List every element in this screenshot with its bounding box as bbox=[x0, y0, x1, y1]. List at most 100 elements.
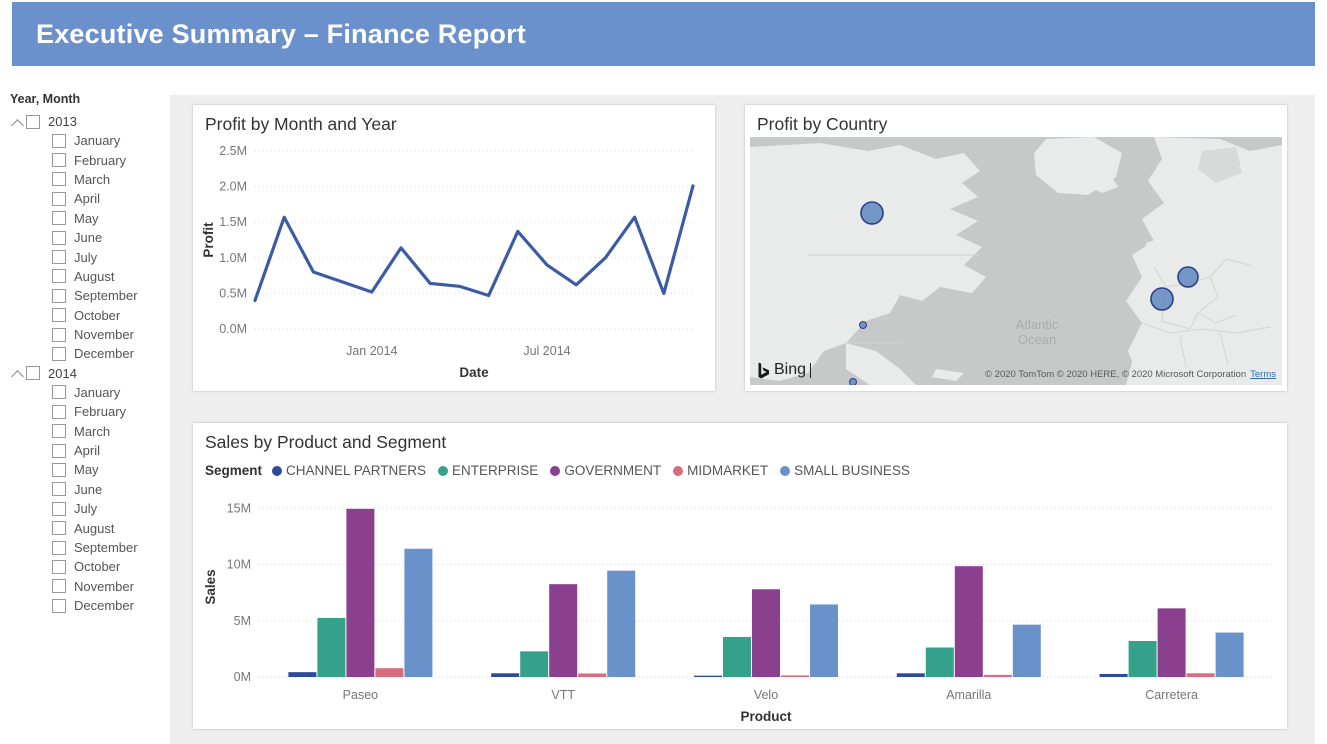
month-checkbox[interactable] bbox=[52, 502, 66, 516]
bar[interactable] bbox=[1216, 633, 1244, 677]
legend-item[interactable]: ENTERPRISE bbox=[438, 463, 538, 478]
bar[interactable] bbox=[578, 674, 606, 677]
month-checkbox[interactable] bbox=[52, 482, 66, 496]
bar[interactable] bbox=[288, 672, 316, 677]
map-bubble[interactable] bbox=[850, 379, 857, 386]
bar[interactable] bbox=[781, 675, 809, 677]
slicer-month-row[interactable]: December bbox=[10, 596, 170, 615]
month-checkbox[interactable] bbox=[52, 172, 66, 186]
slicer-year-row[interactable]: 2013 bbox=[10, 112, 170, 131]
month-checkbox[interactable] bbox=[52, 328, 66, 342]
month-checkbox[interactable] bbox=[52, 599, 66, 613]
bar-chart-plot[interactable]: 0M5M10M15MPaseoVTTVeloAmarillaCarreteraP… bbox=[193, 485, 1287, 725]
map-bubble[interactable] bbox=[1151, 288, 1173, 310]
slicer-month-row[interactable]: May bbox=[10, 460, 170, 479]
month-checkbox[interactable] bbox=[52, 269, 66, 283]
bar[interactable] bbox=[1129, 641, 1157, 677]
segment-legend[interactable]: Segment CHANNEL PARTNERSENTERPRISEGOVERN… bbox=[205, 463, 916, 478]
month-checkbox[interactable] bbox=[52, 385, 66, 399]
profit-by-country-visual[interactable]: Profit by Country Atlantic Ocean Bing © … bbox=[745, 105, 1287, 391]
bar[interactable] bbox=[1187, 673, 1215, 677]
slicer-list[interactable]: 2013JanuaryFebruaryMarchAprilMayJuneJuly… bbox=[10, 112, 170, 615]
month-checkbox[interactable] bbox=[52, 211, 66, 225]
slicer-year-row[interactable]: 2014 bbox=[10, 364, 170, 383]
month-checkbox[interactable] bbox=[52, 289, 66, 303]
month-checkbox[interactable] bbox=[52, 250, 66, 264]
bar[interactable] bbox=[404, 549, 432, 677]
bar[interactable] bbox=[491, 673, 519, 677]
slicer-month-row[interactable]: December bbox=[10, 344, 170, 363]
slicer-month-row[interactable]: July bbox=[10, 499, 170, 518]
bar[interactable] bbox=[1100, 674, 1128, 677]
month-checkbox[interactable] bbox=[52, 463, 66, 477]
slicer-month-row[interactable]: June bbox=[10, 480, 170, 499]
slicer-month-row[interactable]: February bbox=[10, 402, 170, 421]
legend-item[interactable]: CHANNEL PARTNERS bbox=[272, 463, 426, 478]
slicer-month-row[interactable]: October bbox=[10, 306, 170, 325]
legend-item[interactable]: SMALL BUSINESS bbox=[780, 463, 910, 478]
slicer-month-row[interactable]: November bbox=[10, 577, 170, 596]
map-bubble[interactable] bbox=[860, 322, 867, 329]
slicer-month-row[interactable]: August bbox=[10, 518, 170, 537]
slicer-month-row[interactable]: March bbox=[10, 421, 170, 440]
month-checkbox[interactable] bbox=[52, 560, 66, 574]
bar[interactable] bbox=[1013, 625, 1041, 677]
bar[interactable] bbox=[955, 566, 983, 677]
bar[interactable] bbox=[520, 651, 548, 677]
profit-by-month-visual[interactable]: Profit by Month and Year 0.0M0.5M1.0M1.5… bbox=[193, 105, 715, 391]
legend-item[interactable]: GOVERNMENT bbox=[550, 463, 661, 478]
chevron-up-icon[interactable] bbox=[10, 365, 26, 381]
slicer-month-row[interactable]: March bbox=[10, 170, 170, 189]
legend-item[interactable]: MIDMARKET bbox=[673, 463, 768, 478]
bar[interactable] bbox=[375, 668, 403, 677]
bar[interactable] bbox=[723, 637, 751, 677]
slicer-month-row[interactable]: September bbox=[10, 538, 170, 557]
month-checkbox[interactable] bbox=[52, 541, 66, 555]
bar[interactable] bbox=[926, 648, 954, 677]
bar[interactable] bbox=[1158, 608, 1186, 677]
month-checkbox[interactable] bbox=[52, 153, 66, 167]
bar[interactable] bbox=[984, 675, 1012, 677]
month-checkbox[interactable] bbox=[52, 579, 66, 593]
bar[interactable] bbox=[317, 618, 345, 677]
year-checkbox[interactable] bbox=[26, 366, 40, 380]
month-checkbox[interactable] bbox=[52, 134, 66, 148]
bar[interactable] bbox=[607, 571, 635, 677]
map-canvas[interactable] bbox=[750, 137, 1282, 385]
slicer-month-row[interactable]: August bbox=[10, 267, 170, 286]
map-bubble[interactable] bbox=[861, 202, 883, 224]
slicer-month-row[interactable]: January bbox=[10, 131, 170, 150]
year-checkbox[interactable] bbox=[26, 115, 40, 129]
bar[interactable] bbox=[897, 673, 925, 677]
map-bubble[interactable] bbox=[1178, 267, 1198, 287]
slicer-month-row[interactable]: May bbox=[10, 209, 170, 228]
bar[interactable] bbox=[346, 509, 374, 677]
bing-map[interactable]: Atlantic Ocean Bing © 2020 TomTom © 2020… bbox=[750, 137, 1282, 385]
bar[interactable] bbox=[549, 584, 577, 677]
slicer-month-row[interactable]: April bbox=[10, 441, 170, 460]
bar[interactable] bbox=[810, 604, 838, 677]
slicer-month-row[interactable]: November bbox=[10, 325, 170, 344]
map-terms-link[interactable]: Terms bbox=[1250, 369, 1276, 380]
line-chart-plot[interactable]: 0.0M0.5M1.0M1.5M2.0M2.5MJan 2014Jul 2014… bbox=[193, 133, 715, 385]
month-checkbox[interactable] bbox=[52, 424, 66, 438]
slicer-month-row[interactable]: July bbox=[10, 247, 170, 266]
month-checkbox[interactable] bbox=[52, 231, 66, 245]
chevron-up-icon[interactable] bbox=[10, 114, 26, 130]
bar[interactable] bbox=[694, 676, 722, 677]
sales-by-product-visual[interactable]: Sales by Product and Segment Segment CHA… bbox=[193, 423, 1287, 729]
bing-logo[interactable]: Bing bbox=[758, 361, 811, 379]
month-checkbox[interactable] bbox=[52, 192, 66, 206]
slicer-month-row[interactable]: October bbox=[10, 557, 170, 576]
slicer-month-row[interactable]: April bbox=[10, 189, 170, 208]
month-checkbox[interactable] bbox=[52, 521, 66, 535]
month-checkbox[interactable] bbox=[52, 444, 66, 458]
slicer-month-row[interactable]: February bbox=[10, 150, 170, 169]
slicer-month-row[interactable]: September bbox=[10, 286, 170, 305]
bar[interactable] bbox=[752, 589, 780, 677]
profit-line-series[interactable] bbox=[255, 186, 693, 301]
month-checkbox[interactable] bbox=[52, 347, 66, 361]
slicer-month-row[interactable]: June bbox=[10, 228, 170, 247]
slicer-month-row[interactable]: January bbox=[10, 383, 170, 402]
month-checkbox[interactable] bbox=[52, 405, 66, 419]
